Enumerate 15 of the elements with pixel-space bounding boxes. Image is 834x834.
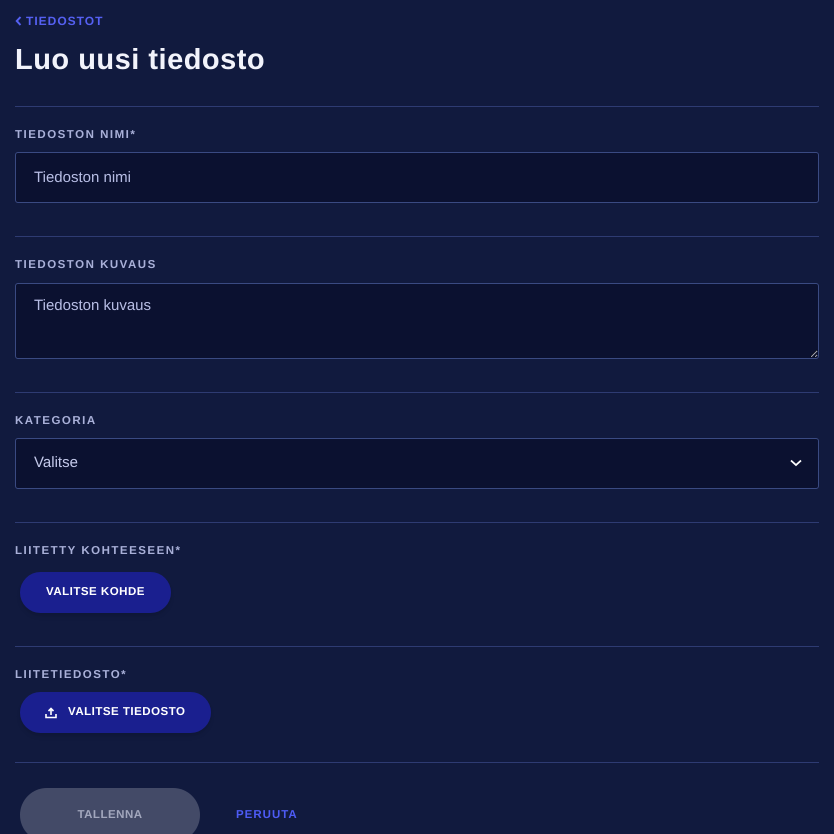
upload-icon [45,706,57,719]
field-label: LIITETIEDOSTO* [15,668,128,683]
chevron-down-icon [790,459,802,468]
back-link[interactable]: TIEDOSTOT [15,12,104,30]
chevron-left-icon [15,16,22,26]
name-input[interactable]: Tiedoston nimi [15,152,819,204]
page-title: Luo uusi tiedosto [15,43,266,78]
select-target-button[interactable]: VALITSE KOHDE [20,572,171,613]
choose-file-button[interactable]: VALITSE TIEDOSTO [20,692,212,734]
field-label: TIEDOSTON KUVAUS [15,258,158,274]
field-label: KATEGORIA [15,414,98,428]
category-select[interactable]: Valitse [15,438,819,489]
field-label: LIITETTY KOHTEESEEN* [15,544,183,559]
description-textarea[interactable]: Tiedoston kuvaus [15,282,819,358]
field-label: TIEDOSTON NIMI* [15,128,138,143]
